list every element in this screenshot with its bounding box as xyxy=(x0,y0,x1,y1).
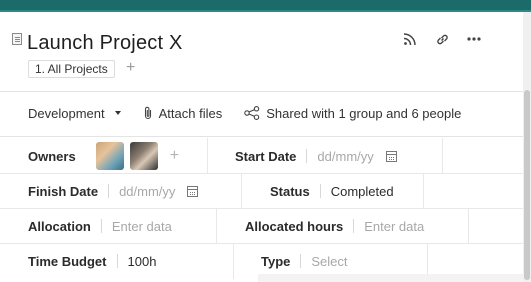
finish-date-input[interactable]: dd/mm/yy xyxy=(119,184,175,199)
add-breadcrumb-button[interactable]: + xyxy=(126,58,135,78)
type-label: Type xyxy=(261,253,291,269)
owners-label: Owners xyxy=(28,148,76,164)
owners-field: Owners + xyxy=(28,138,208,174)
scrollbar[interactable] xyxy=(523,12,531,282)
type-select[interactable]: Select xyxy=(311,254,347,269)
status-label: Status xyxy=(270,183,310,199)
more-icon[interactable] xyxy=(465,30,483,48)
allocation-label: Allocation xyxy=(28,218,91,234)
add-owner-button[interactable]: + xyxy=(170,147,179,165)
app-top-bar xyxy=(0,0,531,12)
status-value[interactable]: Completed xyxy=(331,184,394,199)
allocated-hours-input[interactable]: Enter data xyxy=(364,219,424,234)
start-date-field[interactable]: Start Date dd/mm/yy xyxy=(208,138,443,174)
field-row-owners-start: Owners + Start Date dd/mm/yy xyxy=(0,138,523,174)
paperclip-icon xyxy=(144,106,151,120)
field-row-allocation: Allocation Enter data Allocated hours En… xyxy=(0,208,523,244)
partial-row xyxy=(258,274,523,282)
toolbar: Development Attach files Shared with 1 g… xyxy=(28,104,483,122)
attach-label: Attach files xyxy=(158,105,223,121)
field-row-finish-status: Finish Date dd/mm/yy Status Completed xyxy=(0,173,523,209)
caret-down-icon xyxy=(114,111,121,115)
attach-files-button[interactable]: Attach files xyxy=(143,105,223,121)
scrollbar-thumb[interactable] xyxy=(524,90,530,280)
document-icon xyxy=(12,33,22,45)
link-icon[interactable] xyxy=(433,30,451,48)
shared-button[interactable]: Shared with 1 group and 6 people xyxy=(244,106,461,121)
folder-dropdown[interactable]: Development xyxy=(28,106,121,121)
avatar[interactable] xyxy=(129,142,158,170)
start-date-input[interactable]: dd/mm/yy xyxy=(317,149,373,164)
folder-label: Development xyxy=(28,105,105,121)
rss-icon[interactable] xyxy=(401,30,419,48)
status-field[interactable]: Status Completed xyxy=(242,173,424,209)
allocated-hours-label: Allocated hours xyxy=(245,218,344,234)
breadcrumb[interactable]: 1. All Projects xyxy=(28,60,115,78)
finish-date-field[interactable]: Finish Date dd/mm/yy xyxy=(28,173,242,209)
start-date-label: Start Date xyxy=(235,148,297,164)
allocation-field[interactable]: Allocation Enter data xyxy=(28,208,217,244)
share-icon xyxy=(244,106,260,120)
calendar-icon[interactable] xyxy=(187,185,199,197)
allocated-hours-field[interactable]: Allocated hours Enter data xyxy=(217,208,469,244)
header-actions xyxy=(401,30,483,48)
time-budget-field[interactable]: Time Budget 100h xyxy=(28,243,234,279)
finish-date-label: Finish Date xyxy=(28,183,99,199)
divider xyxy=(0,91,523,92)
calendar-icon[interactable] xyxy=(385,150,397,162)
page-title[interactable]: Launch Project X xyxy=(27,32,183,55)
avatar[interactable] xyxy=(95,142,124,170)
time-budget-label: Time Budget xyxy=(28,253,107,269)
divider xyxy=(0,136,523,137)
time-budget-value[interactable]: 100h xyxy=(128,254,157,269)
shared-label: Shared with 1 group and 6 people xyxy=(266,105,462,121)
allocation-input[interactable]: Enter data xyxy=(112,219,172,234)
